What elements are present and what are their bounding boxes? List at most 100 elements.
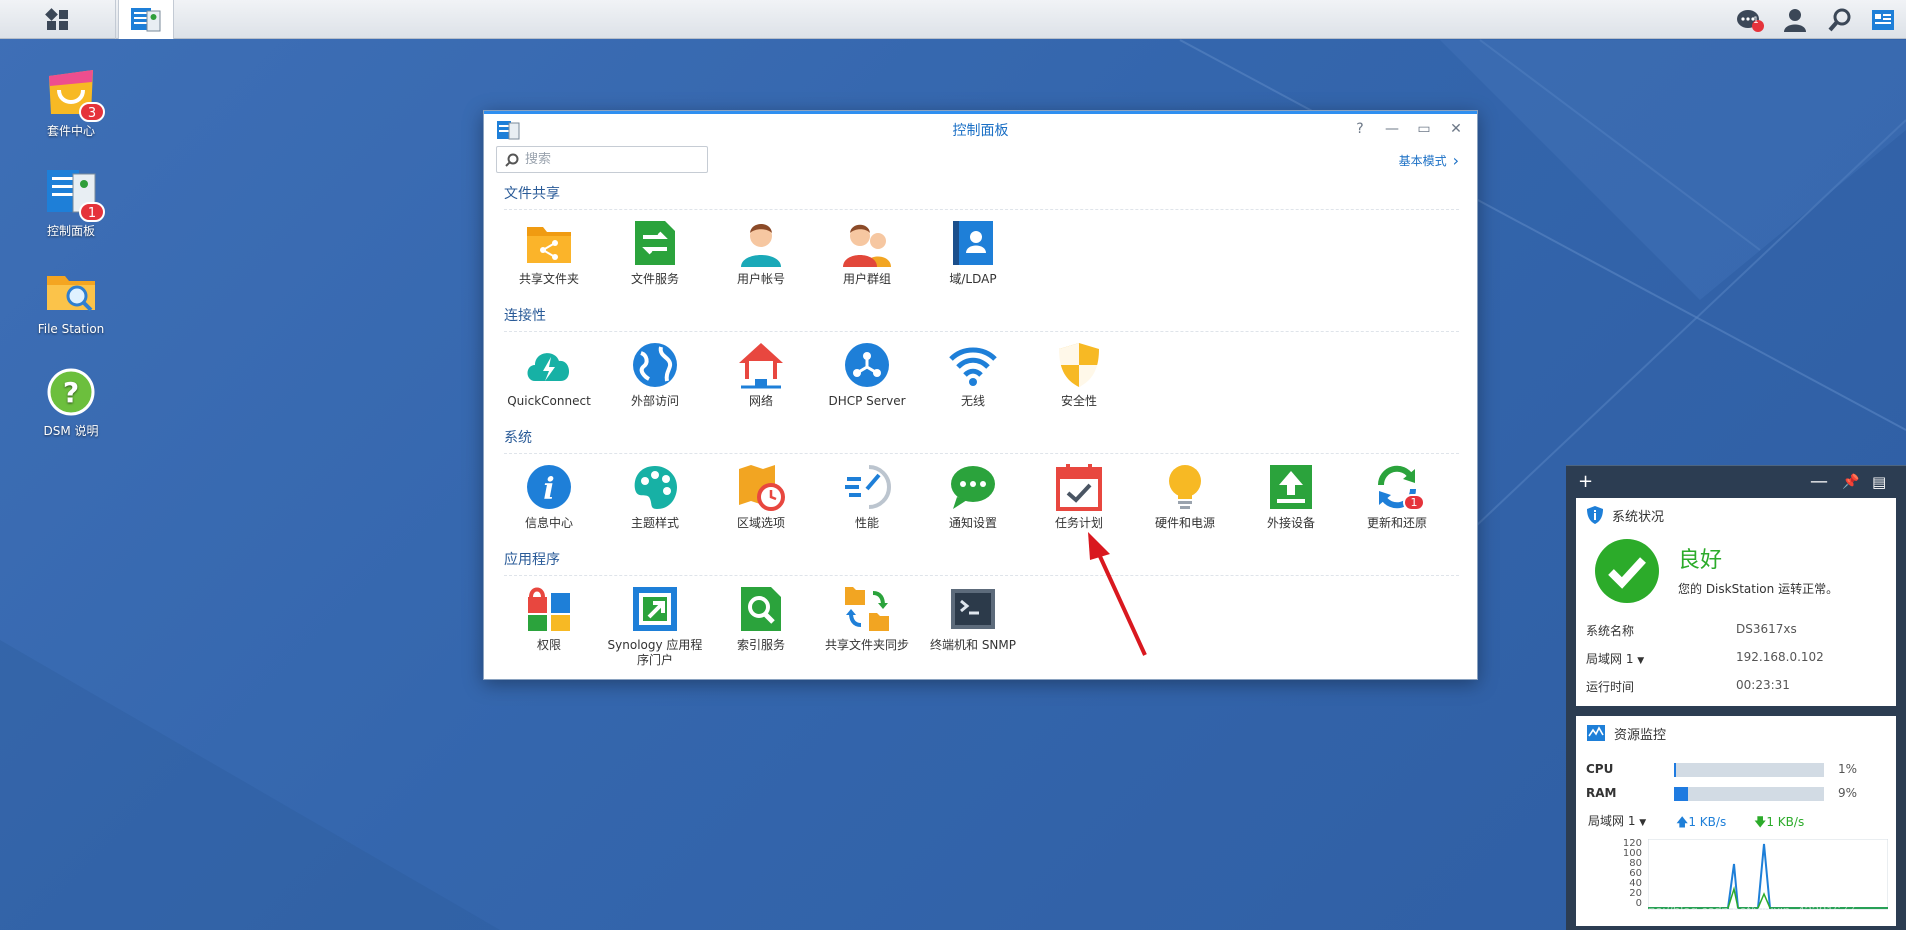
item-application-portal[interactable]: Synology 应用程序门户 [602, 585, 708, 668]
desktop-control-panel[interactable]: 1 控制面板 [11, 166, 131, 239]
search-field[interactable] [496, 146, 708, 173]
item-privileges[interactable]: 权限 [496, 585, 602, 653]
item-security[interactable]: 安全性 [1026, 341, 1132, 409]
download-arrow-icon: 🡇 [1754, 815, 1767, 829]
ram-bar-fill [1674, 787, 1688, 801]
widget-layout-icon[interactable]: ▤ [1872, 473, 1886, 491]
item-label: 权限 [536, 638, 561, 652]
item-domain-ldap[interactable]: 域/LDAP [920, 219, 1026, 287]
system-status-header: 系统状况 [1576, 498, 1896, 532]
taskbar-control-panel-button[interactable] [118, 0, 174, 39]
user-button[interactable] [1775, 0, 1815, 39]
item-quickconnect[interactable]: QuickConnect [496, 341, 602, 409]
system-status-title: 系统状况 [1612, 509, 1665, 525]
desktop-dsm-help[interactable]: ? DSM 说明 [11, 366, 131, 439]
close-button[interactable]: ✕ [1445, 119, 1467, 139]
system-name-value: DS3617xs [1736, 622, 1797, 636]
item-label: 主题样式 [630, 516, 679, 530]
notification-button[interactable]: 1 [1730, 0, 1770, 39]
minimize-button[interactable]: — [1381, 119, 1403, 139]
help-button[interactable]: ? [1349, 119, 1371, 139]
folder-sync-icon [845, 587, 889, 631]
item-hardware-power[interactable]: 硬件和电源 [1132, 463, 1238, 531]
annotation-arrow [1088, 532, 1147, 656]
monitor-lan-dropdown[interactable]: 局域网 1 ▼ [1588, 812, 1646, 829]
item-group[interactable]: 用户群组 [814, 219, 920, 287]
item-label: 通知设置 [948, 516, 997, 530]
upload-arrow-icon: 🡅 [1676, 815, 1689, 829]
svg-text:i: i [543, 472, 554, 507]
palette-icon [634, 466, 677, 509]
item-external-access[interactable]: 外部访问 [602, 341, 708, 409]
desktop-file-station[interactable]: File Station [11, 266, 131, 336]
item-label: 域/LDAP [949, 272, 997, 286]
item-label: 安全性 [1060, 394, 1097, 408]
search-document-icon [741, 587, 781, 631]
search-icon [505, 153, 519, 167]
item-notification[interactable]: 通知设置 [920, 463, 1026, 531]
domain-ldap-icon [953, 221, 993, 265]
search-input[interactable] [525, 152, 695, 167]
file-station-icon [47, 276, 95, 312]
monitor-chart-icon [1587, 725, 1605, 741]
item-label: 性能 [854, 516, 879, 530]
resource-monitor-title: 资源监控 [1614, 727, 1667, 743]
item-label: 终端机和 SNMP [930, 638, 1016, 652]
item-dhcp-server[interactable]: DHCP Server [814, 341, 920, 409]
resource-monitor-widget: 资源监控 CPU 1% RAM 9% 局域网 1 ▼ 🡅1 KB/s 🡇1 KB… [1576, 716, 1896, 926]
item-update-restore[interactable]: 1 更新和还原 [1344, 463, 1450, 531]
watermark: https://blog.csdn.net/weixin_43381677 [1634, 903, 1856, 918]
item-theme[interactable]: 主题样式 [602, 463, 708, 531]
app-portal-icon [633, 587, 677, 631]
item-label: 信息中心 [524, 516, 573, 530]
window-titlebar[interactable]: 控制面板 ? — ▭ ✕ [484, 111, 1477, 143]
minimize-widget-icon[interactable]: — [1810, 471, 1828, 492]
lan-dropdown[interactable]: 局域网 1 ▼ [1586, 650, 1644, 667]
widgets-button[interactable] [1863, 0, 1903, 39]
minimize-icon: — [1385, 121, 1399, 137]
main-menu-button[interactable] [0, 0, 116, 39]
control-panel-icon [131, 7, 161, 31]
item-network[interactable]: 网络 [708, 341, 814, 409]
item-file-services[interactable]: 文件服务 [602, 219, 708, 287]
desktop-package-center[interactable]: 3 套件中心 [11, 66, 131, 139]
item-info-center[interactable]: i 信息中心 [496, 463, 602, 531]
item-wireless[interactable]: 无线 [920, 341, 1026, 409]
file-services-icon [635, 221, 675, 265]
item-user[interactable]: 用户帐号 [708, 219, 814, 287]
item-terminal-snmp[interactable]: 终端机和 SNMP [920, 585, 1026, 653]
item-external-devices[interactable]: 外接设备 [1238, 463, 1344, 531]
user-icon [1784, 8, 1806, 32]
ram-label: RAM [1586, 786, 1617, 800]
item-task-scheduler[interactable]: 任务计划 [1026, 463, 1132, 531]
pin-icon[interactable]: 📌 [1842, 474, 1859, 490]
upload-value: 1 KB/s [1688, 815, 1727, 829]
add-widget-icon[interactable]: + [1578, 471, 1593, 492]
item-regional-options[interactable]: 区域选项 [708, 463, 814, 531]
search-button[interactable] [1820, 0, 1860, 39]
cpu-bar-fill [1674, 763, 1677, 777]
dhcp-server-icon [845, 343, 889, 387]
shield-info-icon [1587, 506, 1603, 524]
user-account-icon [741, 224, 781, 267]
maximize-icon: ▭ [1417, 121, 1431, 137]
item-indexing-service[interactable]: 索引服务 [708, 585, 814, 653]
item-label: 索引服务 [736, 638, 785, 652]
desktop-icon-label: 控制面板 [46, 224, 95, 238]
info-icon: i [527, 465, 571, 509]
basic-mode-link[interactable]: 基本模式 › [1399, 151, 1459, 170]
maximize-button[interactable]: ▭ [1413, 119, 1435, 139]
network-chart-axis: 120 100 80 60 40 20 0 [1618, 839, 1642, 909]
item-shared-folder[interactable]: 共享文件夹 [496, 219, 602, 287]
window-title: 控制面板 [952, 123, 1009, 139]
cpu-bar [1674, 763, 1824, 777]
notification-count: 1 [1753, 16, 1759, 26]
notification-icon [1737, 9, 1764, 32]
item-performance[interactable]: 性能 [814, 463, 920, 531]
item-shared-folder-sync[interactable]: 共享文件夹同步 [814, 585, 920, 653]
shared-folder-icon [527, 227, 571, 263]
update-badge: 1 [1403, 494, 1425, 511]
section-title-applications: 应用程序 [504, 549, 1459, 576]
search-icon [1828, 8, 1851, 31]
chat-bubble-icon [951, 466, 995, 509]
